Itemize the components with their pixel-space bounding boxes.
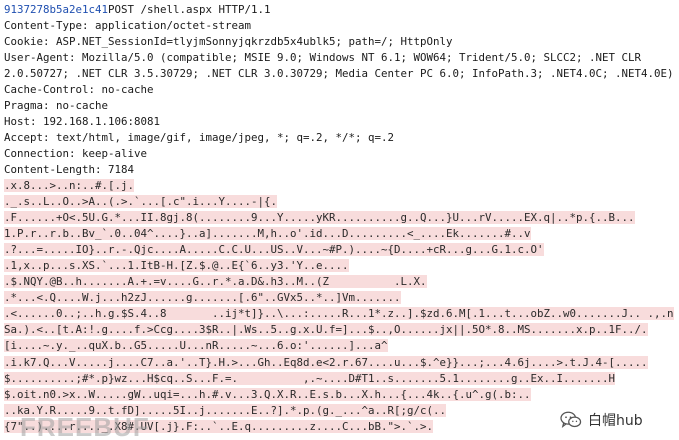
header-user-agent-cont: 2.0.50727; .NET CLR 3.5.30729; .NET CLR …	[4, 67, 674, 81]
body-line: ._.s..L..O..>A..(.>.`...[.c".i...Y....-|…	[4, 195, 278, 209]
body-line: $..........;#*.p}wz...H$cq..S...F.=. ,.~…	[4, 371, 616, 385]
body-line: [i....~.y._..quX.b..G5.....U...nR.....~.…	[4, 339, 388, 353]
header-content-type: Content-Type: application/octet-stream	[4, 19, 252, 33]
http-request-capture: 9137278b5a2e1c41POST /shell.aspx HTTP/1.…	[0, 0, 679, 440]
body-line: .x.8...>..n:..#.[.j.	[4, 179, 135, 192]
body-line: .?...=.....IO}..r.-.Qjc....A.....C.C.U..…	[4, 243, 544, 257]
header-connection: Connection: keep-alive	[4, 147, 148, 161]
header-cache-control: Cache-Control: no-cache	[4, 83, 154, 97]
body-line: .F......+O<.5U.G.*...II.8gj.8(........9.…	[4, 211, 635, 225]
header-cookie: Cookie: ASP.NET_SessionId=tlyjmSonnyjqkr…	[4, 35, 453, 49]
body-line: .<......0..;..h.g.$S.4..8 ..ij*t]}..\...…	[4, 307, 674, 321]
body-line: .*...<.Q....W.j...h2zJ......g.......[.6"…	[4, 291, 401, 305]
body-line: Sa.).<..[t.A:!.g....f.>Ccg....3$R..|.Ws.…	[4, 323, 648, 337]
request-headers: 9137278b5a2e1c41POST /shell.aspx HTTP/1.…	[4, 2, 676, 179]
brand-name: 白帽hub	[588, 413, 643, 429]
request-body: .x.8...>..n:..#.[.j. ._.s..L..O..>A..(.>…	[4, 178, 676, 435]
header-host: Host: 192.168.1.106:8081	[4, 115, 161, 129]
request-method-path: POST /shell.aspx HTTP/1.1	[108, 3, 271, 16]
body-line: .1,x..p...s.XS.`...1.ItB-H.[Z.$.@..E{`6.…	[4, 259, 349, 273]
header-user-agent: User-Agent: Mozilla/5.0 (compatible; MSI…	[4, 51, 642, 65]
body-line: .$.NQY.@B..h.......A.+.=v....G..r.*.a.D&…	[4, 275, 427, 289]
body-line: 1.P.r..r.b..Bv_`.0..04^....}..a].......M…	[4, 227, 531, 241]
header-pragma: Pragma: no-cache	[4, 99, 109, 113]
request-hash: 9137278b5a2e1c41	[4, 3, 109, 16]
wechat-icon	[560, 411, 582, 428]
body-line: .i.k7.Q...V.....j....C7..a.'..T}.H.>...G…	[4, 355, 648, 369]
body-line: $.oit.n0.>x..W.....gW..uqi=...h.#.v...3.…	[4, 387, 531, 401]
freebuf-watermark: FREEBUF	[20, 412, 150, 440]
header-accept: Accept: text/html, image/gif, image/jpeg…	[4, 131, 395, 145]
request-line: 9137278b5a2e1c41POST /shell.aspx HTTP/1.…	[4, 2, 676, 18]
header-content-length: Content-Length: 7184	[4, 163, 135, 177]
brand-watermark: 白帽hub	[560, 407, 643, 433]
